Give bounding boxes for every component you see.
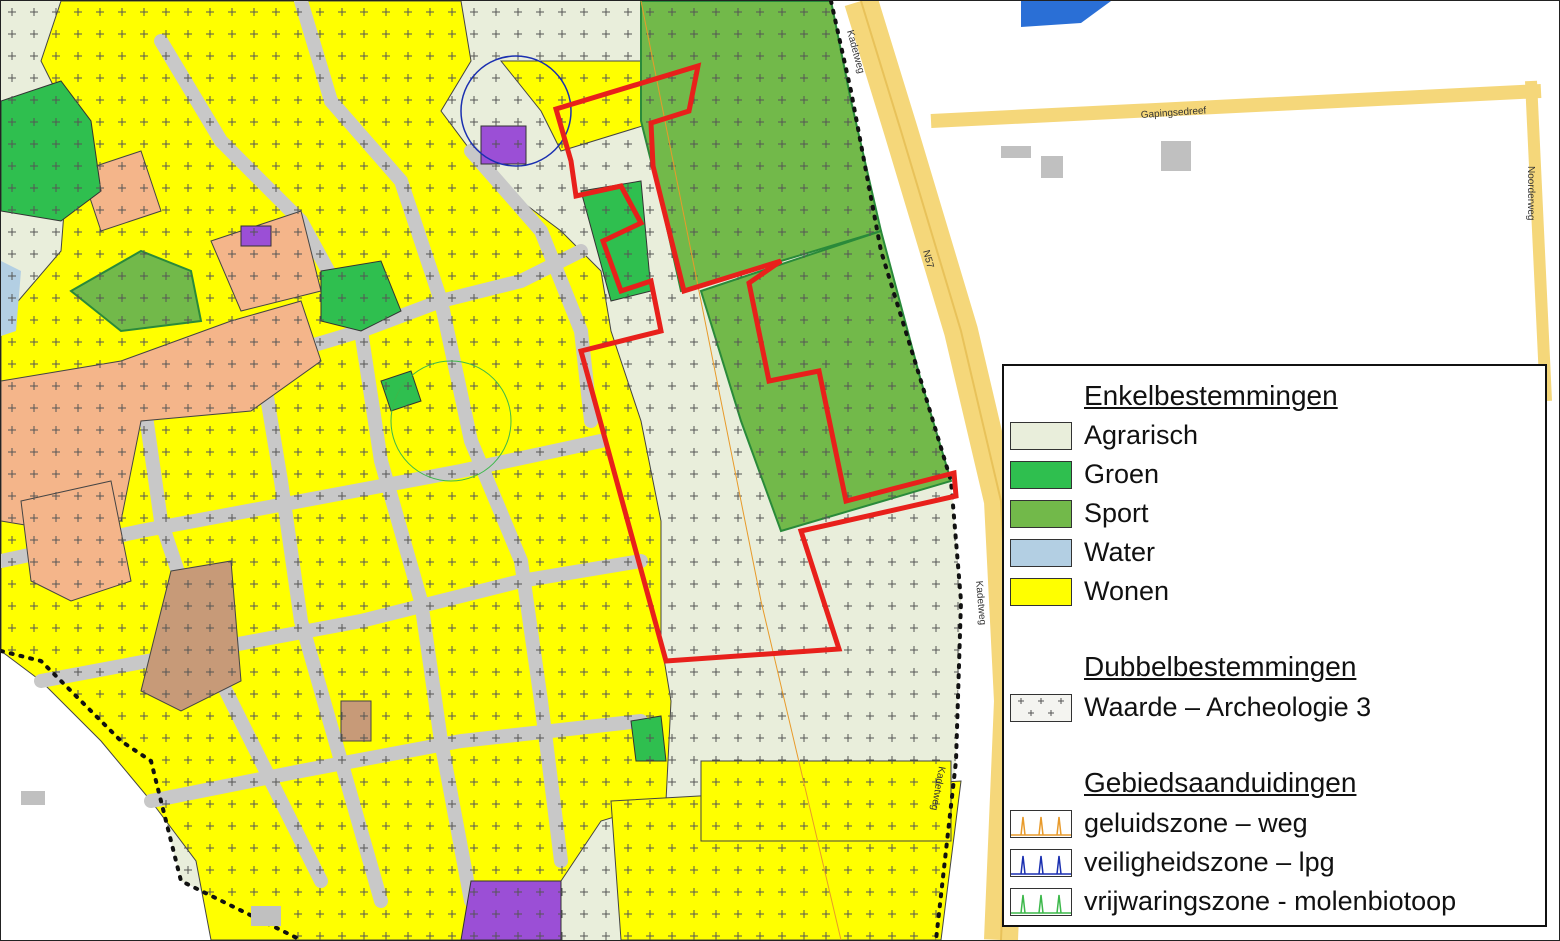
legend-item-groen: Groen [1004,457,1544,491]
legend-label: Sport [1084,498,1149,528]
legend-label: Water [1084,537,1156,567]
legend-item-sport: Sport [1004,496,1544,530]
legend-swatch [1010,422,1072,450]
legend-swatch [1010,539,1072,567]
legend-item-veiligheidszone: veiligheidszone – lpg [1004,845,1544,879]
legend-label: Agrarisch [1084,420,1199,450]
legend-swatch [1010,500,1072,528]
legend-swatch-vrijwaringszone [1010,888,1072,916]
legend-item-geluidszone: geluidszone – weg [1004,806,1544,840]
road-label-noorderweg: Noorderweg [1525,166,1536,220]
legend-heading-dubbelbestemmingen: Dubbelbestemmingen [1084,651,1357,682]
legend-heading-gebiedsaanduidingen: Gebiedsaanduidingen [1084,767,1357,798]
legend-item-agrarisch: Agrarisch [1004,418,1544,452]
legend-item-wonen: Wonen [1004,574,1544,608]
legend-swatch-geluidszone [1010,810,1072,838]
legend-label: Groen [1084,459,1160,489]
legend-label: Wonen [1084,576,1170,606]
legend-label: veiligheidszone – lpg [1084,847,1335,877]
map-frame: Gapingsedreef Kadetweg Kadetweg Kadetweg… [0,0,1560,941]
legend-heading-enkelbestemmingen: Enkelbestemmingen [1084,380,1338,411]
map-legend: Enkelbestemmingen Agrarisch Groen Sport … [1002,364,1547,927]
legend-swatch [1010,578,1072,606]
legend-label: Waarde – Archeologie 3 [1084,692,1372,722]
legend-item-vrijwaringszone: vrijwaringszone - molenbiotoop [1004,884,1544,918]
legend-swatch [1010,461,1072,489]
legend-item-water: Water [1004,535,1544,569]
legend-swatch-veiligheidszone [1010,849,1072,877]
legend-swatch-crosses [1010,694,1072,722]
legend-label: vrijwaringszone - molenbiotoop [1084,886,1457,916]
legend-label: geluidszone – weg [1084,808,1308,838]
legend-item-archeologie: Waarde – Archeologie 3 [1004,690,1544,724]
